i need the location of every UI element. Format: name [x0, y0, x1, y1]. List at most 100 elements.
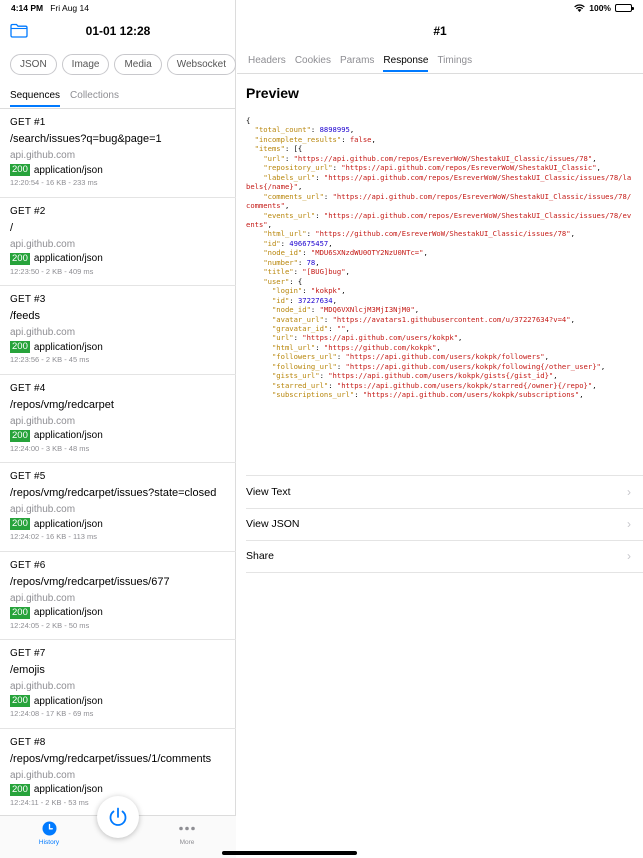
request-row[interactable]: GET #7 /emojis api.github.com 200 applica… [0, 640, 236, 729]
request-status-line: 200 application/json [10, 164, 226, 176]
detail-pane: #1 Headers Cookies Params Response Timin… [237, 0, 643, 858]
segment-sequences[interactable]: Sequences [10, 90, 61, 107]
request-method: GET #6 [10, 559, 46, 571]
action-list: View Text › View JSON › Share › [246, 475, 643, 573]
json-line: "following_url": "https://api.github.com… [271, 361, 606, 371]
view-json-label: View JSON [246, 518, 300, 531]
request-host: api.github.com [10, 504, 76, 515]
record-toggle-button[interactable] [97, 796, 139, 838]
json-line: "repository_url": "https://api.github.co… [263, 163, 601, 173]
status-badge: 200 [10, 518, 30, 530]
status-badge: 200 [10, 164, 30, 176]
status-badge: 200 [10, 783, 30, 796]
chevron-right-icon: › [627, 549, 631, 564]
request-status-line: 200 application/json [10, 783, 226, 796]
request-host: api.github.com [10, 592, 76, 604]
request-row[interactable]: GET #1 /search/issues?q=bug&page=1 api.g… [0, 109, 236, 198]
request-path: /feeds [10, 310, 40, 322]
request-row[interactable]: GET #5 /repos/vmg/redcarpet/issues?state… [0, 463, 236, 552]
preview-heading: Preview [246, 85, 299, 101]
request-meta: 12:24:02 - 16 KB - 113 ms [10, 532, 97, 541]
tab-timings[interactable]: Timings [437, 55, 472, 72]
tab-cookies[interactable]: Cookies [295, 55, 331, 72]
tab-headers[interactable]: Headers [248, 55, 286, 72]
request-path: /repos/vmg/redcarpet/issues/677 [10, 575, 170, 588]
view-text-row[interactable]: View Text › [246, 475, 643, 508]
request-method: GET #8 [10, 736, 46, 748]
chip-json[interactable]: JSON [10, 54, 57, 75]
json-line: "items": [{ [254, 144, 303, 154]
filter-chips: JSON Image Media Websocket F [10, 54, 236, 75]
content-type: application/json [33, 695, 103, 707]
json-line: "gists_url": "https://api.github.com/use… [271, 371, 558, 381]
segment-control: Sequences Collections [10, 90, 119, 107]
status-badge: 200 [10, 429, 30, 442]
content-type: application/json [33, 341, 103, 353]
tab-more-label: More [179, 839, 195, 846]
json-line: "html_url": "https://github.com/EsreverW… [263, 229, 575, 239]
request-host: api.github.com [10, 150, 76, 161]
status-badge: 200 [10, 606, 30, 619]
json-line: "subscriptions_url": "https://api.github… [271, 390, 584, 400]
json-line: "total_count": 8898995, [254, 125, 355, 135]
request-host: api.github.com [10, 327, 76, 338]
chip-websocket[interactable]: Websocket [166, 54, 236, 75]
tab-more[interactable]: More [157, 821, 217, 846]
content-type: application/json [33, 784, 103, 795]
home-indicator [222, 851, 357, 855]
request-row[interactable]: GET #6 /repos/vmg/redcarpet/issues/677 a… [0, 552, 236, 640]
request-meta: 12:24:08 - 17 KB - 69 ms [10, 709, 94, 718]
view-json-row[interactable]: View JSON › [246, 507, 643, 541]
tab-params[interactable]: Params [340, 55, 374, 72]
chip-media[interactable]: Media [114, 54, 162, 75]
request-path: /emojis [10, 664, 45, 676]
status-badge: 200 [10, 695, 30, 707]
request-meta: 12:20:54 - 16 KB - 233 ms [10, 178, 98, 187]
request-host: api.github.com [10, 681, 76, 692]
json-preview: { "total_count": 8898995, "incomplete_re… [246, 116, 632, 471]
request-status-line: 200 application/json [10, 341, 226, 353]
request-meta: 12:23:56 - 2 KB - 45 ms [10, 355, 90, 364]
request-path: /repos/vmg/redcarpet/issues/1/comments [10, 752, 212, 765]
json-line: "events_url": "https://api.github.com/re… [246, 210, 632, 229]
tab-response[interactable]: Response [383, 55, 429, 72]
view-text-label: View Text [246, 485, 291, 498]
sequences-pane: 01-01 12:28 JSON Image Media Websocket F… [0, 0, 236, 858]
request-meta: 12:24:00 - 3 KB - 48 ms [10, 443, 90, 453]
more-dots-icon [179, 826, 195, 831]
request-method: GET #4 [10, 382, 46, 394]
request-status-line: 200 application/json [10, 429, 226, 442]
json-line: "node_id": "MDQ6VXNlcjM3MjI3NjM0", [271, 305, 420, 315]
request-status-line: 200 application/json [10, 695, 226, 707]
request-row[interactable]: GET #3 /feeds api.github.com 200 applicat… [0, 286, 236, 375]
json-line: "avatar_url": "https://avatars1.githubus… [271, 314, 575, 324]
share-row[interactable]: Share › [246, 540, 643, 573]
request-meta: 12:24:05 - 2 KB - 50 ms [10, 620, 90, 630]
json-line: "url": "https://api.github.com/users/kok… [271, 333, 463, 343]
request-method: GET #1 [10, 117, 46, 128]
status-badge: 200 [10, 252, 30, 265]
request-method: GET #3 [10, 294, 46, 305]
share-label: Share [246, 550, 275, 563]
json-line: "starred_url": "https://api.github.com/u… [271, 380, 597, 390]
request-row[interactable]: GET #2 / api.github.com 200 application/j… [0, 198, 236, 286]
power-icon [109, 807, 127, 826]
json-line: "node_id": "MDU6SXNzdWU0OTY2NzU0NTc=", [263, 248, 428, 258]
tab-history[interactable]: History [19, 821, 79, 846]
request-method: GET #7 [10, 648, 46, 659]
request-path: /search/issues?q=bug&page=1 [10, 133, 162, 145]
request-status-line: 200 application/json [10, 606, 226, 619]
chip-image[interactable]: Image [61, 54, 110, 75]
json-line: "user": { [263, 276, 303, 286]
content-type: application/json [33, 607, 103, 618]
detail-title: #1 [433, 24, 447, 38]
clock-icon [42, 821, 56, 836]
content-type: application/json [33, 164, 103, 176]
request-method: GET #5 [10, 471, 46, 482]
segment-collections[interactable]: Collections [70, 90, 119, 107]
json-line: "followers_url": "https://api.github.com… [271, 352, 549, 362]
request-row[interactable]: GET #4 /repos/vmg/redcarpet api.github.c… [0, 375, 236, 463]
json-line: "id": 496675457, [263, 238, 333, 248]
json-line: "comments_url": "https://api.github.com/… [246, 191, 632, 211]
request-status-line: 200 application/json [10, 518, 226, 530]
